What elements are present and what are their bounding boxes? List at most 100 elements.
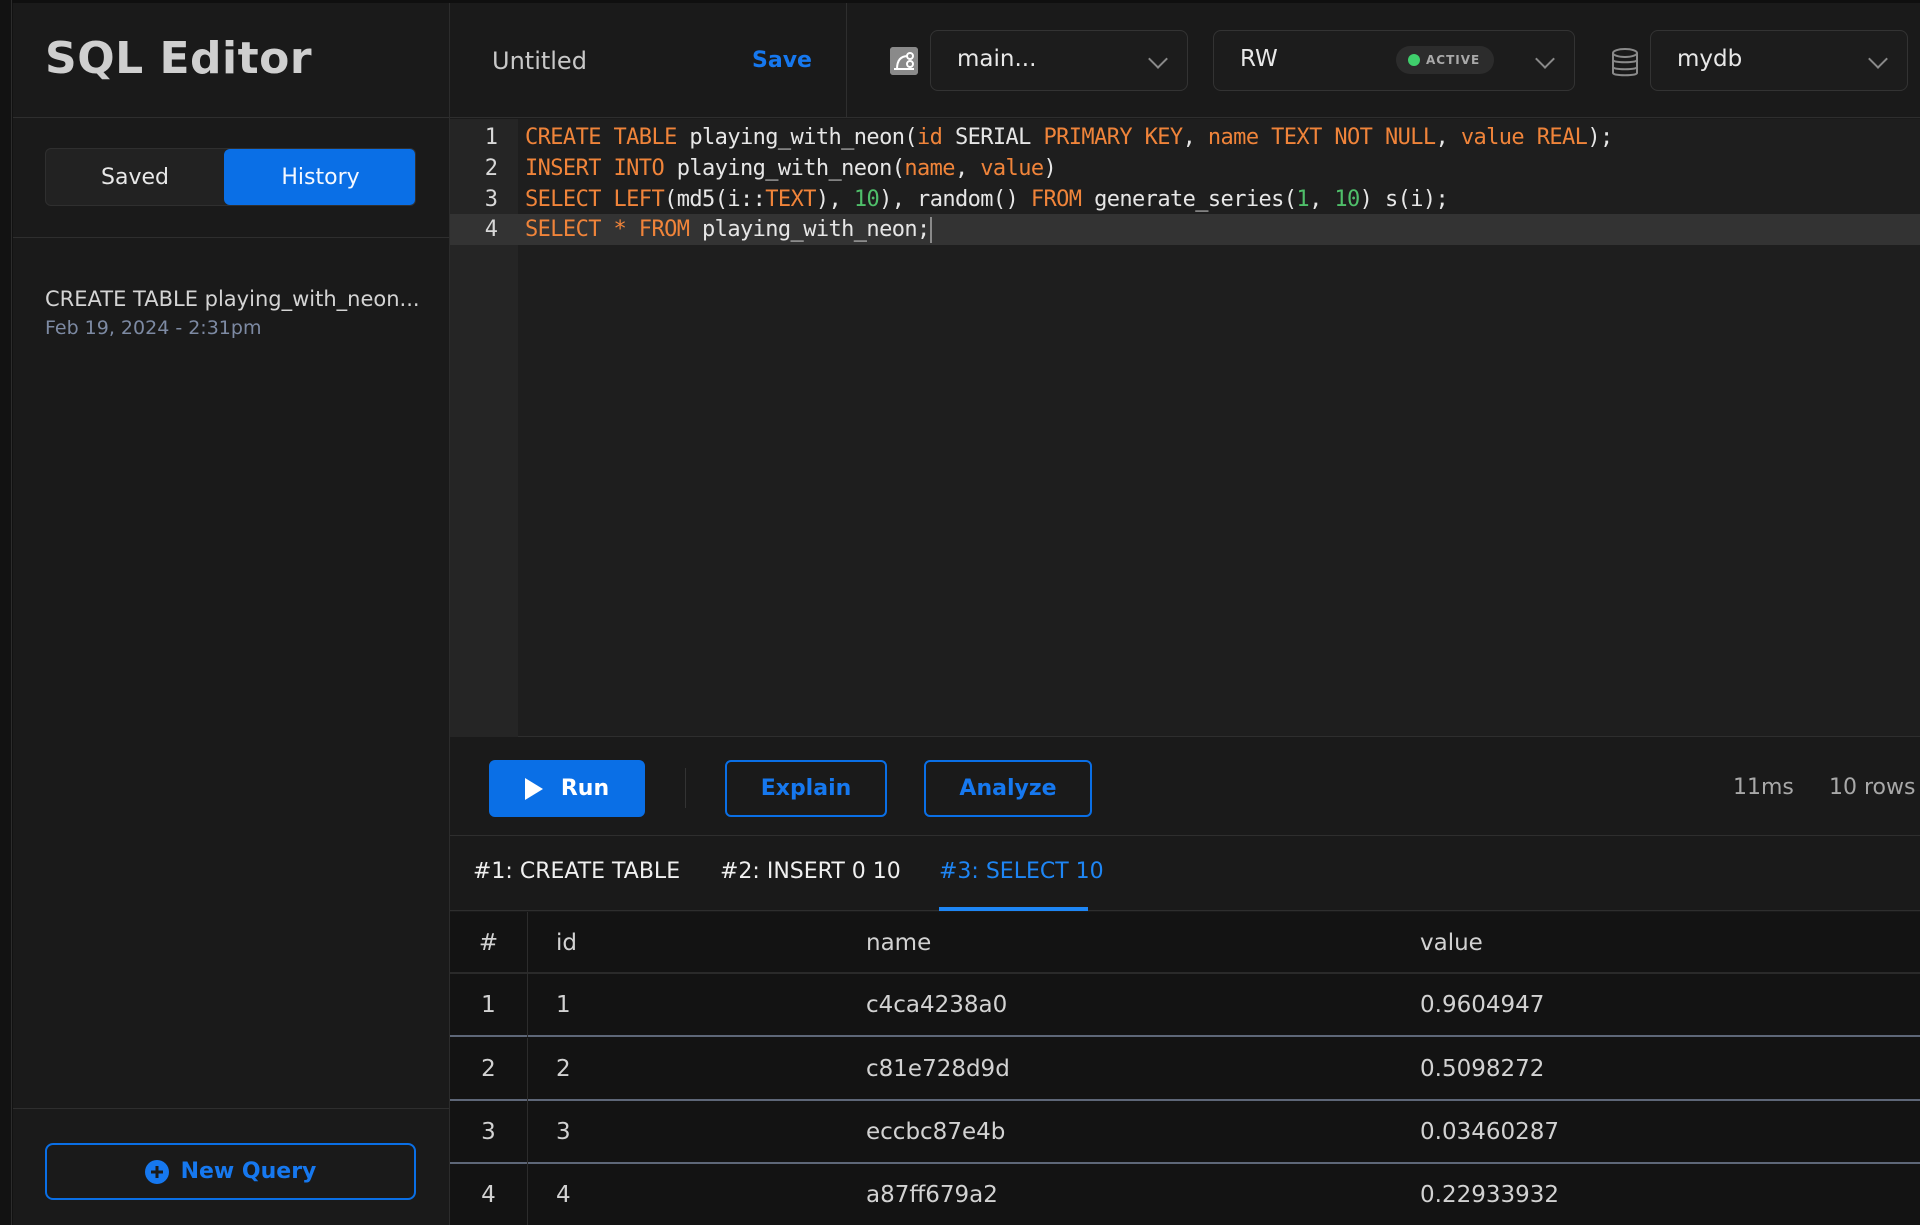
table-row[interactable]: 3 3 eccbc87e4b 0.03460287: [450, 1101, 1920, 1164]
database-select[interactable]: mydb: [1650, 30, 1908, 91]
sql-text: generate_series(: [1081, 187, 1297, 212]
sidebar-header: SQL Editor: [13, 3, 449, 118]
sql-keyword: value: [980, 156, 1044, 181]
run-label: Run: [560, 776, 610, 801]
query-duration: 11ms: [1733, 775, 1794, 800]
tab-saved[interactable]: Saved: [46, 149, 224, 205]
cell-id: 1: [556, 992, 571, 1018]
branch-icon: [890, 47, 918, 75]
history-item-query: CREATE TABLE playing_with_neon...: [45, 287, 420, 311]
sql-keyword: INSERT INTO: [525, 156, 665, 181]
compute-select[interactable]: RW ACTIVE: [1213, 30, 1575, 91]
sql-keyword: REAL: [1536, 125, 1588, 150]
sql-keyword: SELECT LEFT: [525, 187, 665, 212]
query-title[interactable]: Untitled: [492, 47, 587, 75]
history-item[interactable]: CREATE TABLE playing_with_neon... Feb 19…: [45, 287, 435, 339]
run-button[interactable]: Run: [489, 760, 645, 817]
sql-text: SERIAL: [942, 125, 1044, 150]
code-line[interactable]: 3 SELECT LEFT(md5(i::TEXT), 10), random()…: [450, 184, 1920, 215]
tab-history[interactable]: History: [224, 149, 415, 205]
results-table: # id name value 1 1 c4ca4238a0 0.9604947…: [450, 912, 1920, 1225]
text-cursor: [929, 217, 932, 243]
code-text: CREATE TABLE playing_with_neon(id SERIAL…: [525, 122, 1613, 153]
sql-editor[interactable]: 1 CREATE TABLE playing_with_neon(id SERIA…: [450, 119, 1920, 737]
code-line[interactable]: 1 CREATE TABLE playing_with_neon(id SERIA…: [450, 122, 1920, 153]
new-query-button[interactable]: New Query: [45, 1143, 416, 1200]
row-count: 10 rows: [1829, 775, 1916, 800]
editor-topbar: Untitled Save main... RW ACTIVE mydb: [450, 3, 1920, 118]
sql-keyword: name: [1207, 125, 1259, 150]
toolbar-divider: [685, 768, 686, 808]
sql-keyword: FROM: [1030, 187, 1082, 212]
save-button[interactable]: Save: [752, 48, 812, 73]
cell-name: c81e728d9d: [866, 1056, 1010, 1082]
plus-circle-icon: [144, 1159, 169, 1184]
sql-text: ,: [1182, 125, 1208, 150]
sql-keyword: CREATE TABLE: [525, 125, 677, 150]
result-tabs: #1: CREATE TABLE #2: INSERT 0 10 #3: SEL…: [450, 837, 1920, 911]
sql-text: playing_with_neon(: [676, 125, 918, 150]
cell-value: 0.22933932: [1420, 1182, 1560, 1208]
line-number: 2: [484, 156, 498, 181]
chevron-down-icon: [1148, 49, 1168, 69]
cell-name: eccbc87e4b: [866, 1119, 1006, 1145]
code-line[interactable]: 4 SELECT * FROM playing_with_neon;: [450, 214, 1920, 245]
line-number: 3: [484, 187, 498, 212]
sql-number: 10: [853, 187, 880, 212]
table-row[interactable]: 1 1 c4ca4238a0 0.9604947: [450, 974, 1920, 1037]
cell-name: a87ff679a2: [866, 1182, 998, 1208]
sql-text: ,: [954, 156, 981, 181]
column-header-name[interactable]: name: [866, 912, 931, 975]
branch-select[interactable]: main...: [930, 30, 1188, 91]
sidebar: SQL Editor Saved History CREATE TABLE pl…: [13, 3, 450, 1225]
saved-history-toggle: Saved History: [45, 148, 416, 206]
play-icon: [524, 777, 543, 800]
sql-text: ) s(i);: [1359, 187, 1449, 212]
result-tab-3[interactable]: #3: SELECT 10: [939, 859, 1104, 884]
history-item-timestamp: Feb 19, 2024 - 2:31pm: [45, 317, 262, 339]
status-badge-label: ACTIVE: [1426, 53, 1481, 67]
chevron-down-icon: [1868, 49, 1888, 69]
column-header-value[interactable]: value: [1420, 912, 1483, 975]
compute-select-value: RW: [1240, 46, 1278, 72]
code-line[interactable]: 2 INSERT INTO playing_with_neon(name, val…: [450, 153, 1920, 184]
cell-value: 0.9604947: [1420, 992, 1545, 1018]
result-tab-2[interactable]: #2: INSERT 0 10: [720, 859, 901, 884]
sql-keyword: PRIMARY KEY: [1043, 125, 1183, 150]
table-row[interactable]: 4 4 a87ff679a2 0.22933932: [450, 1164, 1920, 1225]
sql-text: ,: [1309, 187, 1335, 212]
analyze-button[interactable]: Analyze: [924, 760, 1092, 817]
main-panel: Untitled Save main... RW ACTIVE mydb 1 C…: [450, 3, 1920, 1225]
sql-text: playing_with_neon(: [664, 156, 905, 181]
sql-number: 10: [1334, 187, 1360, 212]
sidebar-footer: New Query: [13, 1108, 449, 1225]
cell-value: 0.5098272: [1420, 1056, 1545, 1082]
query-toolbar: Run Explain Analyze 11ms 10 rows: [450, 738, 1920, 836]
line-number: 1: [484, 125, 498, 150]
status-badge: ACTIVE: [1396, 46, 1495, 74]
new-query-label: New Query: [180, 1159, 317, 1184]
sql-text: ), random(): [879, 187, 1031, 212]
result-tab-1[interactable]: #1: CREATE TABLE: [473, 859, 680, 884]
row-index: 2: [450, 1038, 528, 1101]
table-row[interactable]: 2 2 c81e728d9d 0.5098272: [450, 1038, 1920, 1101]
column-header-index: #: [450, 912, 528, 975]
row-index: 3: [450, 1101, 528, 1164]
explain-button[interactable]: Explain: [725, 760, 887, 817]
sql-keyword: SELECT * FROM: [525, 217, 690, 242]
topbar-divider: [846, 3, 847, 118]
sql-keyword: TEXT NOT NULL: [1271, 125, 1436, 150]
chevron-down-icon: [1535, 49, 1555, 69]
cell-id: 3: [556, 1119, 571, 1145]
active-tab-indicator: [939, 907, 1088, 911]
branch-select-value: main...: [957, 46, 1037, 72]
column-header-id[interactable]: id: [556, 912, 577, 975]
sql-text: ),: [815, 187, 854, 212]
line-number: 4: [484, 217, 498, 242]
cell-name: c4ca4238a0: [866, 992, 1008, 1018]
sql-text: playing_with_neon;: [689, 217, 930, 242]
sidebar-tabs-section: Saved History: [13, 118, 449, 238]
code-text: SELECT LEFT(md5(i::TEXT), 10), random() …: [525, 184, 1449, 215]
cell-value: 0.03460287: [1420, 1119, 1560, 1145]
